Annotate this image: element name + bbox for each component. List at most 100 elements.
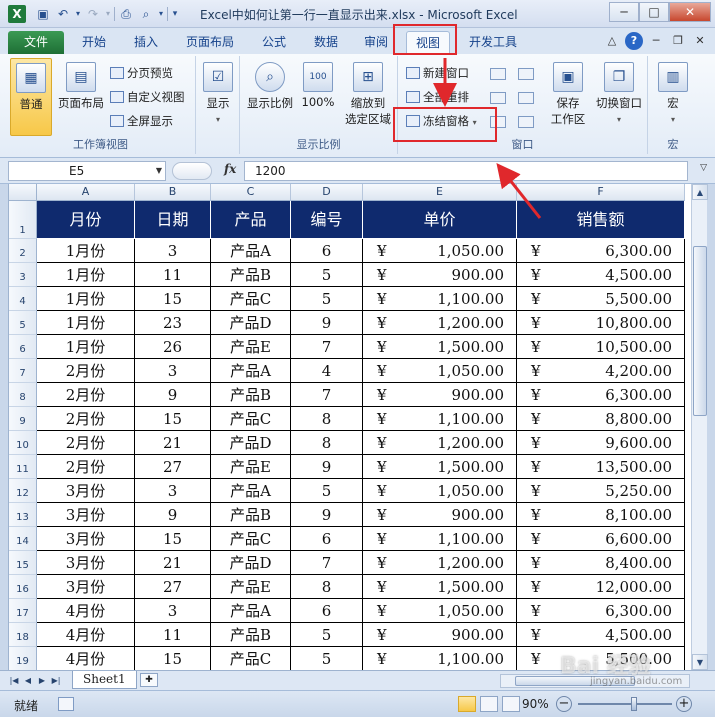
table-cell[interactable]: 3月份 <box>37 479 135 503</box>
table-cell[interactable]: 产品A <box>211 479 291 503</box>
row-header[interactable]: 4 <box>9 287 37 311</box>
horizontal-scrollbar[interactable] <box>500 674 690 688</box>
column-header-d[interactable]: D <box>291 184 363 201</box>
split-icon[interactable] <box>490 68 506 80</box>
table-cell-currency[interactable]: ¥900.00 <box>363 383 517 407</box>
formula-expand-icon[interactable]: ▽ <box>700 163 707 173</box>
table-cell[interactable]: 产品B <box>211 623 291 647</box>
table-cell-currency[interactable]: ¥5,500.00 <box>517 647 685 670</box>
table-cell[interactable]: 26 <box>135 335 211 359</box>
table-cell-currency[interactable]: ¥1,500.00 <box>363 455 517 479</box>
row-header[interactable]: 2 <box>9 239 37 263</box>
first-sheet-icon[interactable]: |◀ <box>8 674 20 687</box>
scroll-up-icon[interactable]: ▲ <box>692 184 708 200</box>
table-cell[interactable]: 11 <box>135 263 211 287</box>
header-cell[interactable]: 产品 <box>211 201 291 239</box>
table-cell[interactable]: 15 <box>135 647 211 670</box>
zoom-100-button[interactable]: 100 100% <box>298 62 338 132</box>
redo-dropdown-icon[interactable]: ▾ <box>104 5 112 23</box>
row-header[interactable]: 3 <box>9 263 37 287</box>
table-cell-currency[interactable]: ¥9,600.00 <box>517 431 685 455</box>
table-cell[interactable]: 产品A <box>211 239 291 263</box>
table-cell-currency[interactable]: ¥1,100.00 <box>363 407 517 431</box>
table-cell-currency[interactable]: ¥1,100.00 <box>363 527 517 551</box>
table-cell-currency[interactable]: ¥1,100.00 <box>363 647 517 670</box>
row-header-1[interactable]: 1 <box>9 201 37 239</box>
next-sheet-icon[interactable]: ▶ <box>36 674 48 687</box>
select-all-corner[interactable] <box>9 184 37 201</box>
tab-page-layout[interactable]: 页面布局 <box>180 31 240 54</box>
zoom-slider[interactable] <box>578 703 672 705</box>
table-cell-currency[interactable]: ¥1,050.00 <box>363 359 517 383</box>
name-box-dropdown-icon[interactable]: ▼ <box>156 162 162 180</box>
row-header[interactable]: 8 <box>9 383 37 407</box>
table-cell[interactable]: 21 <box>135 431 211 455</box>
table-cell[interactable]: 产品A <box>211 359 291 383</box>
table-cell-currency[interactable]: ¥13,500.00 <box>517 455 685 479</box>
freeze-panes-button[interactable]: 冻结窗格 ▾ <box>406 112 477 130</box>
table-cell-currency[interactable]: ¥6,300.00 <box>517 599 685 623</box>
table-cell[interactable]: 6 <box>291 527 363 551</box>
table-cell[interactable]: 3 <box>135 479 211 503</box>
table-cell[interactable]: 8 <box>291 407 363 431</box>
table-cell-currency[interactable]: ¥900.00 <box>363 503 517 527</box>
close-button[interactable]: ✕ <box>669 2 711 22</box>
table-cell[interactable]: 3 <box>135 359 211 383</box>
vertical-scroll-thumb[interactable] <box>693 246 707 416</box>
tab-review[interactable]: 审阅 <box>356 31 396 54</box>
row-header[interactable]: 10 <box>9 431 37 455</box>
save-workspace-button[interactable]: ▣ 保存 工作区 <box>544 62 592 132</box>
table-cell-currency[interactable]: ¥5,250.00 <box>517 479 685 503</box>
formula-input[interactable]: 1200 <box>244 161 688 181</box>
normal-view-button[interactable]: ▦ 普通 <box>10 58 52 136</box>
table-cell[interactable]: 产品B <box>211 503 291 527</box>
last-sheet-icon[interactable]: ▶| <box>50 674 62 687</box>
table-cell[interactable]: 产品D <box>211 311 291 335</box>
table-cell[interactable]: 5 <box>291 479 363 503</box>
show-button[interactable]: ☑ 显示 ▾ <box>200 62 236 132</box>
row-header[interactable]: 6 <box>9 335 37 359</box>
maximize-button[interactable]: □ <box>639 2 669 22</box>
column-header-c[interactable]: C <box>211 184 291 201</box>
table-cell-currency[interactable]: ¥10,500.00 <box>517 335 685 359</box>
table-cell[interactable]: 9 <box>291 503 363 527</box>
table-cell-currency[interactable]: ¥1,050.00 <box>363 599 517 623</box>
horizontal-scroll-thumb[interactable] <box>515 676 635 686</box>
table-cell[interactable]: 2月份 <box>37 431 135 455</box>
table-cell[interactable]: 产品A <box>211 599 291 623</box>
table-cell[interactable]: 21 <box>135 551 211 575</box>
table-cell[interactable]: 产品B <box>211 383 291 407</box>
table-cell-currency[interactable]: ¥1,200.00 <box>363 431 517 455</box>
table-cell[interactable]: 11 <box>135 623 211 647</box>
page-layout-view-button[interactable]: ▤ 页面布局 <box>54 62 108 132</box>
table-cell[interactable]: 3月份 <box>37 527 135 551</box>
table-cell[interactable]: 15 <box>135 407 211 431</box>
insert-sheet-icon[interactable]: ✚ <box>140 673 158 687</box>
print-icon[interactable]: ⎙ <box>117 5 135 23</box>
table-cell[interactable]: 3 <box>135 599 211 623</box>
table-cell[interactable]: 3月份 <box>37 503 135 527</box>
table-cell[interactable]: 产品C <box>211 287 291 311</box>
table-cell[interactable]: 8 <box>291 431 363 455</box>
row-header[interactable]: 12 <box>9 479 37 503</box>
table-cell[interactable]: 27 <box>135 455 211 479</box>
macros-button[interactable]: ▥ 宏 ▾ <box>654 62 692 132</box>
synchronous-scrolling-icon[interactable] <box>518 92 534 104</box>
table-cell[interactable]: 产品D <box>211 551 291 575</box>
table-cell-currency[interactable]: ¥1,500.00 <box>363 575 517 599</box>
table-cell-currency[interactable]: ¥10,800.00 <box>517 311 685 335</box>
table-cell[interactable]: 1月份 <box>37 287 135 311</box>
new-window-button[interactable]: 新建窗口 <box>406 64 469 82</box>
table-cell[interactable]: 2月份 <box>37 383 135 407</box>
row-header[interactable]: 11 <box>9 455 37 479</box>
table-cell[interactable]: 9 <box>291 311 363 335</box>
table-cell[interactable]: 7 <box>291 383 363 407</box>
page-break-shortcut-icon[interactable] <box>502 696 520 712</box>
table-cell[interactable]: 2月份 <box>37 359 135 383</box>
workbook-minimize-icon[interactable]: ─ <box>647 32 665 50</box>
vertical-scrollbar[interactable]: ▲ ▼ <box>691 184 708 670</box>
table-cell-currency[interactable]: ¥8,400.00 <box>517 551 685 575</box>
tab-data[interactable]: 数据 <box>306 31 346 54</box>
table-cell[interactable]: 15 <box>135 527 211 551</box>
header-cell[interactable]: 月份 <box>37 201 135 239</box>
